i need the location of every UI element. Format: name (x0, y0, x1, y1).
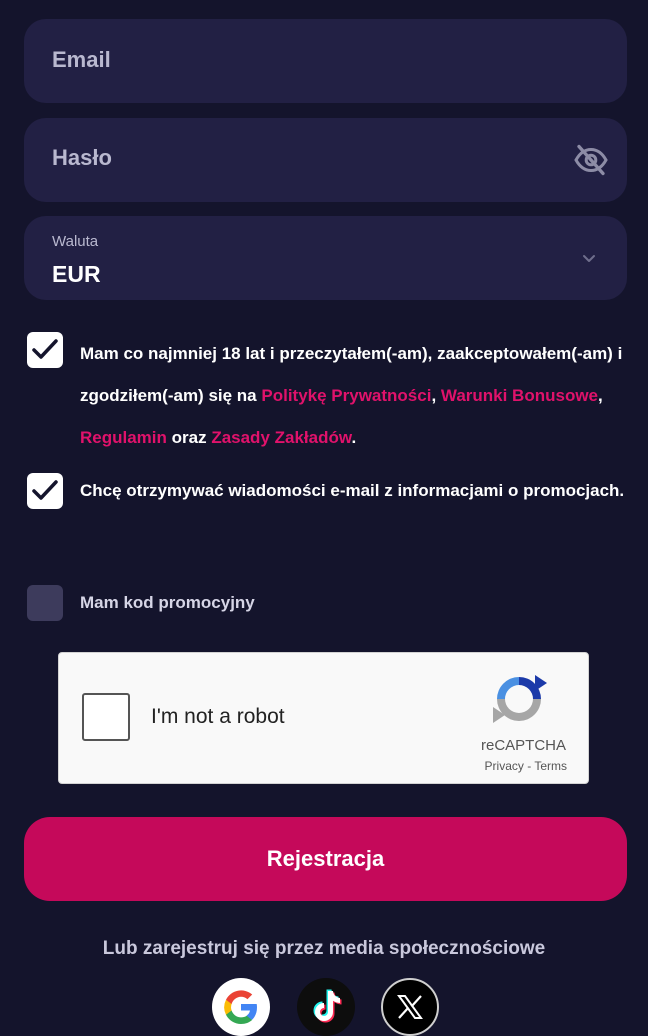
checkmark-icon (32, 339, 58, 359)
recaptcha-widget: I'm not a robot reCAPTCHA Privacy - Term… (58, 652, 589, 784)
recaptcha-logo-icon (493, 675, 547, 723)
period: . (351, 428, 357, 447)
currency-value: EUR (52, 261, 101, 287)
promo-code-text: Mam kod promocyjny (80, 593, 255, 612)
age-terms-text: Mam co najmniej 18 lat i przeczytałem(-a… (80, 333, 625, 459)
x-signup-button[interactable] (381, 978, 439, 1036)
promo-code-checkbox[interactable] (27, 585, 63, 621)
recaptcha-brand: reCAPTCHA (480, 737, 566, 754)
tiktok-signup-button[interactable] (297, 978, 355, 1036)
social-signup-label: Lub zarejestruj się przez media społeczn… (102, 938, 546, 959)
recaptcha-checkbox[interactable] (82, 693, 130, 741)
betting-rules-link[interactable]: Zasady Zakładów (211, 428, 351, 447)
google-icon (224, 990, 257, 1024)
marketing-emails-text: Chcę otrzymywać wiadomości e-mail z info… (80, 481, 625, 500)
bonus-terms-link[interactable]: Warunki Bonusowe (441, 386, 598, 405)
separator: , (431, 386, 441, 405)
currency-label: Waluta (52, 233, 99, 250)
currency-select[interactable]: Waluta EUR (24, 216, 627, 300)
age-terms-checkbox[interactable] (27, 332, 63, 368)
separator: , (598, 386, 603, 405)
privacy-policy-link[interactable]: Politykę Prywatności (261, 386, 431, 405)
recaptcha-privacy-terms-links[interactable]: Privacy - Terms (485, 759, 567, 773)
password-field[interactable]: Hasło (24, 118, 627, 202)
chevron-down-icon (583, 255, 595, 262)
recaptcha-label: I'm not a robot (151, 705, 285, 728)
marketing-emails-checkbox[interactable] (27, 473, 63, 509)
checkmark-icon (32, 480, 58, 500)
register-button[interactable]: Rejestracja (24, 817, 627, 901)
x-icon (397, 995, 423, 1019)
google-signup-button[interactable] (212, 978, 270, 1036)
eye-off-icon[interactable] (573, 142, 609, 178)
email-placeholder: Email (52, 47, 111, 72)
separator: oraz (166, 428, 212, 447)
email-field[interactable]: Email (24, 19, 627, 103)
password-placeholder: Hasło (52, 145, 112, 170)
tiktok-icon (313, 989, 342, 1023)
rules-link[interactable]: Regulamin (80, 428, 167, 447)
